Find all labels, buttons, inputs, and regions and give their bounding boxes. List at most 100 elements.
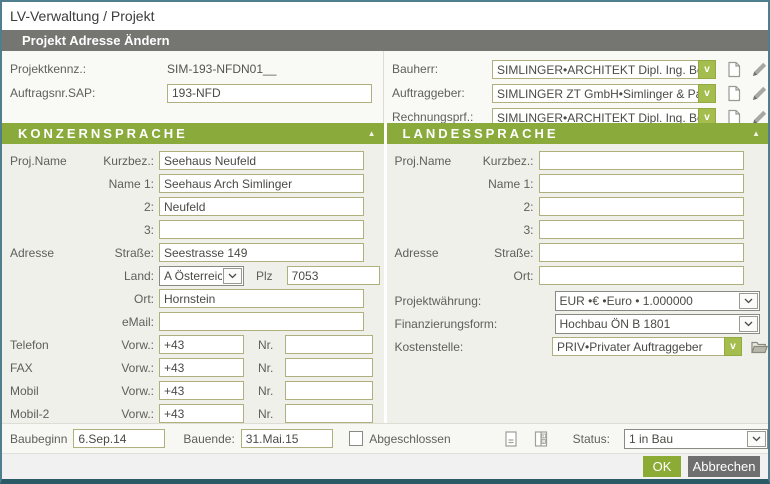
auftraggeber-value: SIMLINGER ZT GmbH•Simlinger & Partner [492, 84, 698, 103]
konzernsprache-header[interactable]: KONZERNSPRACHE ▲ [2, 123, 384, 144]
kurzbez-input[interactable] [159, 151, 364, 170]
l-name2-input[interactable] [539, 197, 744, 216]
ort-input[interactable] [159, 289, 364, 308]
name2-input[interactable] [159, 197, 364, 216]
kostenstelle-row: Kostenstelle: PRIV•Privater Auftraggeber… [387, 335, 769, 358]
dialog-footer: OK Abbrechen [2, 453, 768, 479]
fax-vorw-label: Vorw.: [94, 361, 154, 375]
mobil2-group-label: Mobil-2 [2, 407, 94, 421]
l-strasse-row: Adresse Straße: [387, 241, 769, 264]
pages-1-2-icon[interactable]: 12 [533, 430, 549, 448]
name3-label: 3: [94, 223, 154, 237]
baubeginn-label: Baubeginn [2, 432, 67, 446]
land-select[interactable]: A Österreich [159, 266, 244, 286]
telefon-nr-input[interactable] [285, 335, 373, 354]
bauende-input[interactable] [241, 429, 333, 448]
collapse-arrow-icon[interactable]: ▲ [752, 123, 760, 144]
telefon-vorw-input[interactable] [159, 335, 244, 354]
kostenstelle-dropdown-button[interactable]: v [724, 337, 742, 356]
auftraggeber-row: Auftraggeber: SIMLINGER ZT GmbH•Simlinge… [384, 81, 768, 105]
bauherr-combo[interactable]: SIMLINGER•ARCHITEKT Dipl. Ing. Bernd v [492, 60, 716, 79]
mobil-nr-input[interactable] [285, 381, 373, 400]
l-name1-row: Name 1: [387, 172, 769, 195]
projname-group-label: Proj.Name [2, 154, 94, 168]
projektwaehrung-value: EUR •€ •Euro • 1.000000 [556, 292, 738, 310]
auftragsnr-input[interactable] [167, 84, 372, 103]
strasse-input[interactable] [159, 243, 364, 262]
edit-pencil-icon[interactable] [751, 61, 768, 78]
mobil2-vorw-label: Vorw.: [94, 407, 154, 421]
fax-nr-label: Nr. [258, 361, 273, 375]
chevron-down-icon [223, 268, 242, 284]
konzernsprache-title: KONZERNSPRACHE [18, 126, 188, 141]
projektkennz-value: SIM-193-NFDN01__ [167, 62, 276, 76]
abgeschlossen-checkbox[interactable] [349, 431, 363, 446]
l-kurzbez-label: Kurzbez.: [479, 154, 534, 168]
svg-text:2: 2 [542, 439, 544, 443]
landessprache-section: LANDESSPRACHE ▲ Proj.Name Kurzbez.: Name… [387, 123, 769, 423]
name3-row: 3: [2, 218, 384, 241]
email-input[interactable] [159, 312, 364, 331]
project-edit-window: LV-Verwaltung / Projekt Projekt Adresse … [0, 0, 770, 484]
l-name1-input[interactable] [539, 174, 744, 193]
telefon-nr-label: Nr. [258, 338, 273, 352]
kurzbez-label: Kurzbez.: [94, 154, 154, 168]
fax-vorw-input[interactable] [159, 358, 244, 377]
name1-input[interactable] [159, 174, 364, 193]
kostenstelle-combo[interactable]: PRIV•Privater Auftraggeber v [552, 337, 742, 356]
baubeginn-input[interactable] [73, 429, 165, 448]
mobil-group-label: Mobil [2, 384, 94, 398]
edit-pencil-icon[interactable] [751, 85, 768, 102]
auftraggeber-dropdown-button[interactable]: v [698, 84, 716, 103]
chevron-down-icon [747, 431, 766, 447]
auftraggeber-label: Auftraggeber: [384, 86, 492, 100]
plz-input[interactable] [287, 266, 380, 285]
landessprache-header[interactable]: LANDESSPRACHE ▲ [387, 123, 769, 144]
l-kurzbez-input[interactable] [539, 151, 744, 170]
name1-label: Name 1: [94, 177, 154, 191]
bauherr-row: Bauherr: SIMLINGER•ARCHITEKT Dipl. Ing. … [384, 57, 768, 81]
land-plz-row: Land: A Österreich Plz [2, 264, 384, 287]
l-ort-row: Ort: [387, 264, 769, 287]
konzernsprache-body: Proj.Name Kurzbez.: Name 1: 2: 3: [2, 144, 384, 423]
open-folder-icon[interactable] [751, 340, 768, 354]
konzernsprache-section: KONZERNSPRACHE ▲ Proj.Name Kurzbez.: Nam… [2, 123, 384, 423]
breadcrumb-title: LV-Verwaltung / Projekt [2, 2, 768, 30]
top-form-right: Bauherr: SIMLINGER•ARCHITEKT Dipl. Ing. … [383, 51, 768, 123]
status-value: 1 in Bau [625, 430, 746, 448]
mobil-vorw-label: Vorw.: [94, 384, 154, 398]
bauherr-dropdown-button[interactable]: v [698, 60, 716, 79]
l-name1-label: Name 1: [479, 177, 534, 191]
telefon-vorw-label: Vorw.: [94, 338, 154, 352]
l-name3-input[interactable] [539, 220, 744, 239]
mobil2-nr-input[interactable] [285, 404, 373, 423]
name3-input[interactable] [159, 220, 364, 239]
mobil-row: Mobil Vorw.: Nr. [2, 379, 384, 402]
l-kurzbez-row: Proj.Name Kurzbez.: [387, 149, 769, 172]
finanzierungsform-label: Finanzierungsform: [387, 317, 550, 331]
document-notes-icon[interactable] [503, 430, 519, 448]
projektwaehrung-row: Projektwährung: EUR •€ •Euro • 1.000000 [387, 289, 769, 312]
new-document-icon[interactable] [726, 61, 742, 78]
mobil2-vorw-input[interactable] [159, 404, 244, 423]
adresse-group-label: Adresse [2, 246, 94, 260]
fax-nr-input[interactable] [285, 358, 373, 377]
cancel-button[interactable]: Abbrechen [688, 456, 760, 477]
l-strasse-label: Straße: [479, 246, 534, 260]
l-ort-input[interactable] [539, 266, 744, 285]
ok-button[interactable]: OK [643, 456, 681, 477]
l-strasse-input[interactable] [539, 243, 744, 262]
kurzbez-row: Proj.Name Kurzbez.: [2, 149, 384, 172]
collapse-arrow-icon[interactable]: ▲ [368, 123, 376, 144]
new-document-icon[interactable] [726, 85, 742, 102]
status-select[interactable]: 1 in Bau [624, 429, 768, 449]
mobil-vorw-input[interactable] [159, 381, 244, 400]
strasse-label: Straße: [94, 246, 154, 260]
finanzierungsform-select[interactable]: Hochbau ÖN B 1801 [555, 314, 760, 334]
dialog-header: Projekt Adresse Ändern [2, 30, 768, 51]
auftraggeber-combo[interactable]: SIMLINGER ZT GmbH•Simlinger & Partner v [492, 84, 716, 103]
projektwaehrung-select[interactable]: EUR •€ •Euro • 1.000000 [555, 291, 760, 311]
ort-label: Ort: [94, 292, 154, 306]
auftragsnr-label: Auftragsnr.SAP: [2, 86, 167, 100]
top-form-left: Projektkennz.: SIM-193-NFDN01__ Auftrags… [2, 51, 383, 123]
